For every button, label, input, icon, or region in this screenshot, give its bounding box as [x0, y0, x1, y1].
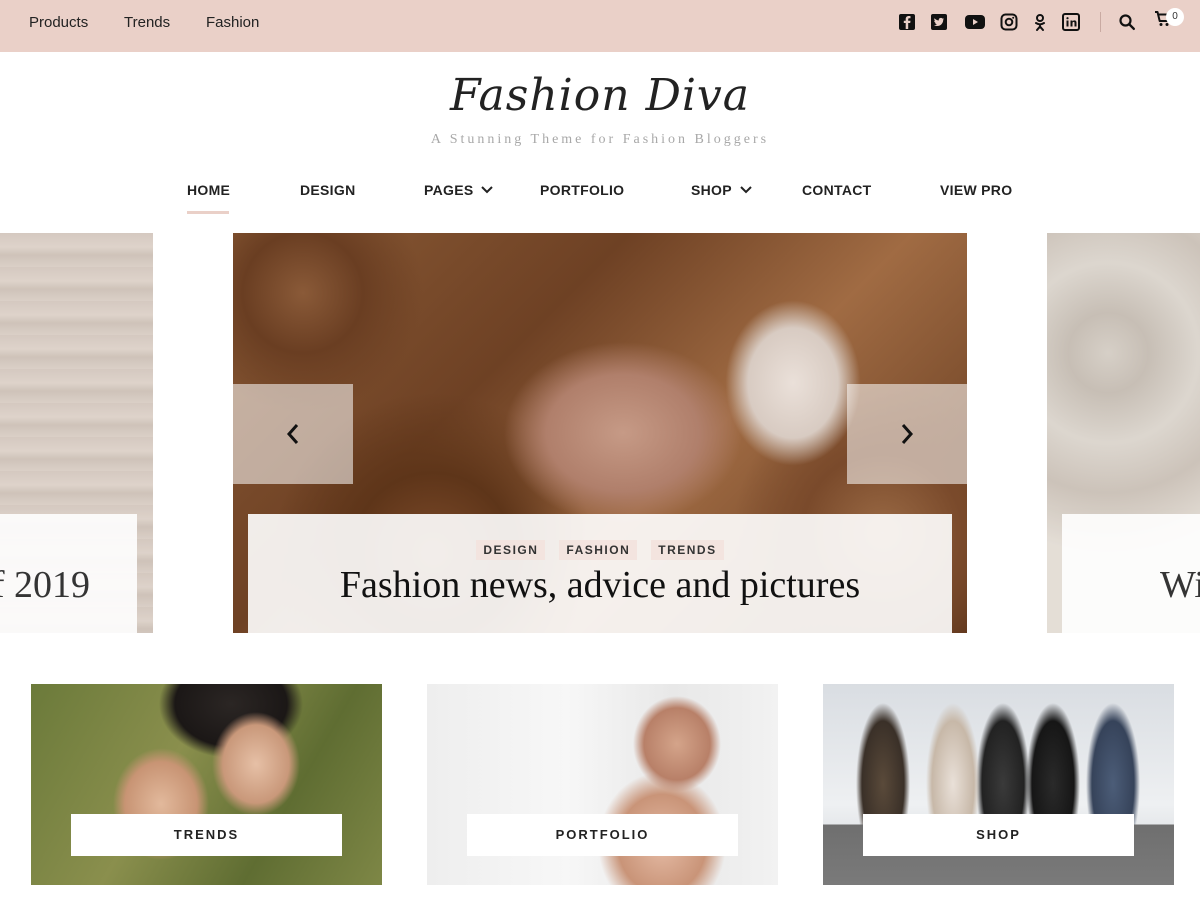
previous-slide[interactable]: f 2019: [0, 233, 153, 633]
nav-item-contact[interactable]: CONTACT: [802, 182, 872, 198]
twitter-icon[interactable]: [930, 13, 948, 31]
chevron-left-icon: [286, 424, 299, 444]
nav-item-portfolio[interactable]: PORTFOLIO: [540, 182, 624, 198]
slider-prev-button[interactable]: [233, 384, 353, 484]
facebook-icon[interactable]: [898, 13, 916, 31]
top-link-trends[interactable]: Trends: [124, 14, 170, 31]
next-slide[interactable]: Wi: [1047, 233, 1200, 633]
card-shop[interactable]: SHOP: [823, 684, 1174, 885]
previous-slide-caption: f 2019: [0, 564, 90, 606]
site-title[interactable]: Fashion Diva: [0, 70, 1200, 121]
nav-item-label: DESIGN: [300, 182, 356, 198]
nav-item-home[interactable]: HOME: [187, 182, 230, 198]
site-tagline: A Stunning Theme for Fashion Bloggers: [430, 132, 770, 147]
nav-item-shop[interactable]: SHOP: [691, 182, 752, 198]
instagram-icon[interactable]: [1000, 13, 1018, 31]
nav-item-label: CONTACT: [802, 182, 872, 198]
nav-item-label: PAGES: [424, 182, 474, 198]
category-tag-fashion[interactable]: FASHION: [559, 540, 638, 560]
youtube-icon[interactable]: [964, 13, 986, 31]
odnoklassniki-icon[interactable]: [1031, 13, 1049, 31]
slider-next-button[interactable]: [847, 384, 967, 484]
topbar-divider: [1100, 12, 1101, 32]
top-link-products[interactable]: Products: [29, 14, 88, 31]
top-bar: Products Trends Fashion 0: [0, 0, 1200, 52]
slide-category-tags: DESIGN FASHION TRENDS: [233, 540, 967, 560]
nav-item-view-pro[interactable]: VIEW PRO: [940, 182, 1012, 198]
nav-item-pages[interactable]: PAGES: [424, 182, 494, 198]
card-shop-label[interactable]: SHOP: [863, 814, 1134, 856]
chevron-down-icon: [740, 186, 752, 194]
category-tag-trends[interactable]: TRENDS: [651, 540, 724, 560]
chevron-right-icon: [901, 424, 914, 444]
nav-item-label: HOME: [187, 182, 231, 198]
search-icon[interactable]: [1118, 13, 1136, 31]
nav-item-design[interactable]: DESIGN: [300, 182, 355, 198]
nav-item-label: PORTFOLIO: [540, 182, 625, 198]
active-nav-indicator: [187, 211, 229, 214]
top-link-fashion[interactable]: Fashion: [206, 14, 259, 31]
card-trends[interactable]: TRENDS: [31, 684, 382, 885]
chevron-down-icon: [481, 186, 494, 194]
nav-item-label: VIEW PRO: [940, 182, 1013, 198]
next-slide-caption: Wi: [1160, 564, 1200, 606]
nav-item-label: SHOP: [691, 182, 732, 198]
linkedin-icon[interactable]: [1062, 13, 1080, 31]
category-tag-design[interactable]: DESIGN: [476, 540, 546, 560]
cart-count-badge: 0: [1166, 8, 1184, 26]
card-portfolio-label[interactable]: PORTFOLIO: [467, 814, 738, 856]
card-portfolio[interactable]: PORTFOLIO: [427, 684, 778, 885]
card-trends-label[interactable]: TRENDS: [71, 814, 342, 856]
slide-headline[interactable]: Fashion news, advice and pictures: [233, 563, 967, 607]
